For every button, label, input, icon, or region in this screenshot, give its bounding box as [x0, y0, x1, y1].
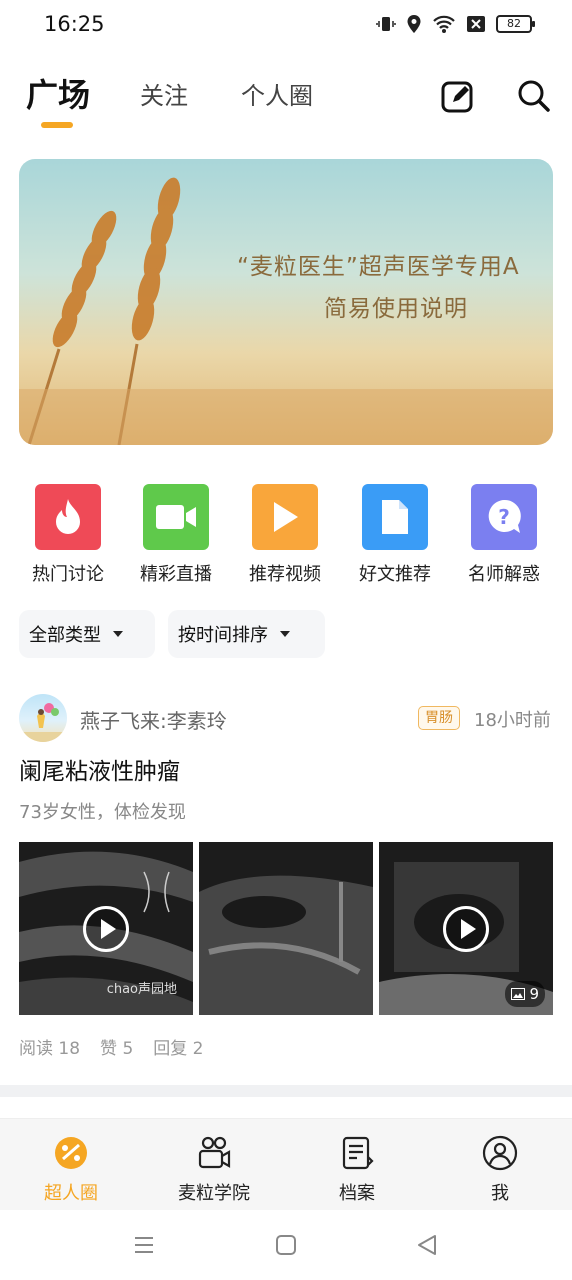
entry-recommended-video[interactable]: 推荐视频: [235, 484, 335, 586]
search-icon[interactable]: [516, 78, 552, 114]
entry-label: 精彩直播: [140, 564, 212, 585]
section-divider: [0, 1085, 572, 1097]
entry-live[interactable]: 精彩直播: [126, 484, 226, 586]
status-icons: 82: [376, 14, 535, 34]
play-icon: [443, 906, 489, 952]
top-nav: 广场 关注 个人圈: [0, 68, 572, 138]
tab-square[interactable]: 广场: [26, 70, 90, 116]
quick-entries: 热门讨论 精彩直播 推荐视频 好文推荐 ? 名师解惑: [0, 484, 572, 586]
compose-icon[interactable]: [440, 78, 476, 114]
no-sim-icon: [467, 16, 485, 32]
bottom-tab-superman-circle[interactable]: 超人圈: [16, 1135, 126, 1205]
question-icon: ?: [471, 484, 537, 550]
home-icon[interactable]: [275, 1234, 297, 1256]
battery-indicator: 82: [496, 15, 535, 33]
entry-articles[interactable]: 好文推荐: [345, 484, 445, 586]
image-count-badge: 9: [505, 981, 545, 1007]
read-count: 阅读 18: [19, 1039, 81, 1059]
bottom-tab-archive[interactable]: 档案: [302, 1135, 412, 1205]
bottom-nav: 超人圈 麦粒学院 档案 我: [0, 1118, 572, 1210]
filter-type-dropdown[interactable]: 全部类型: [19, 610, 155, 658]
bottom-tab-academy[interactable]: 麦粒学院: [159, 1135, 269, 1205]
location-icon: [407, 15, 421, 33]
wifi-icon: [433, 15, 455, 33]
filter-sort-dropdown[interactable]: 按时间排序: [168, 610, 325, 658]
entry-label: 推荐视频: [249, 564, 321, 585]
tab-active-indicator: [41, 122, 73, 128]
svg-text:?: ?: [498, 505, 510, 529]
post-time: 18小时前: [474, 710, 551, 731]
post-author[interactable]: 燕子飞来:李素玲: [80, 705, 227, 734]
caret-down-icon: [280, 631, 290, 637]
wheat-image: [19, 177, 553, 445]
video-camera-icon: [143, 484, 209, 550]
profile-icon: [482, 1135, 518, 1171]
like-count[interactable]: 赞 5: [100, 1034, 133, 1059]
flame-icon: [35, 484, 101, 550]
tab-following[interactable]: 关注: [140, 76, 188, 111]
bottom-tab-label: 麦粒学院: [178, 1183, 250, 1204]
academy-icon: [198, 1136, 231, 1169]
status-bar: 16:25 82: [0, 0, 572, 50]
banner[interactable]: “麦粒医生”超声医学专用A 简易使用说明: [19, 159, 553, 445]
bottom-tab-label: 超人圈: [44, 1183, 98, 1204]
entry-label: 好文推荐: [359, 564, 431, 585]
menu-icon[interactable]: [133, 1234, 155, 1256]
document-icon: [362, 484, 428, 550]
back-icon[interactable]: [416, 1234, 438, 1256]
filter-sort-label: 按时间排序: [178, 625, 268, 646]
play-icon: [83, 906, 129, 952]
vibrate-icon: [376, 17, 396, 31]
entry-label: 热门讨论: [32, 564, 104, 585]
post-thumbnail-video[interactable]: chao声园地: [19, 842, 193, 1015]
tab-personal-circle[interactable]: 个人圈: [241, 76, 313, 111]
avatar[interactable]: [19, 694, 67, 742]
banner-title: “麦粒医生”超声医学专用A: [237, 254, 520, 280]
post-thumbnail-image[interactable]: [199, 842, 373, 1015]
thumbnail-watermark: chao声园地: [106, 982, 177, 997]
superman-circle-icon: [55, 1137, 87, 1169]
banner-subtitle: 简易使用说明: [324, 296, 468, 322]
reply-count[interactable]: 回复 2: [153, 1034, 203, 1059]
play-icon: [252, 484, 318, 550]
entry-hot-discussion[interactable]: 热门讨论: [18, 484, 118, 586]
caret-down-icon: [113, 631, 123, 637]
bottom-tab-label: 我: [491, 1183, 509, 1204]
entry-qa[interactable]: ? 名师解惑: [454, 484, 554, 586]
post-title[interactable]: 阑尾粘液性肿瘤: [19, 752, 180, 786]
entry-label: 名师解惑: [468, 564, 540, 585]
post-stats: 阅读 18 赞 5 回复 2: [19, 1034, 204, 1059]
system-nav-bar: [0, 1210, 572, 1280]
status-time: 16:25: [44, 12, 105, 36]
category-badge: 胃肠: [418, 706, 460, 730]
post-subtitle: 73岁女性，体检发现: [19, 802, 186, 823]
bottom-tab-me[interactable]: 我: [445, 1135, 555, 1205]
filter-type-label: 全部类型: [29, 625, 101, 646]
archive-icon: [342, 1136, 374, 1170]
post-thumbnail-video[interactable]: 9: [379, 842, 553, 1015]
bottom-tab-label: 档案: [339, 1183, 375, 1204]
image-icon: [511, 988, 526, 1000]
image-count: 9: [529, 985, 539, 1003]
